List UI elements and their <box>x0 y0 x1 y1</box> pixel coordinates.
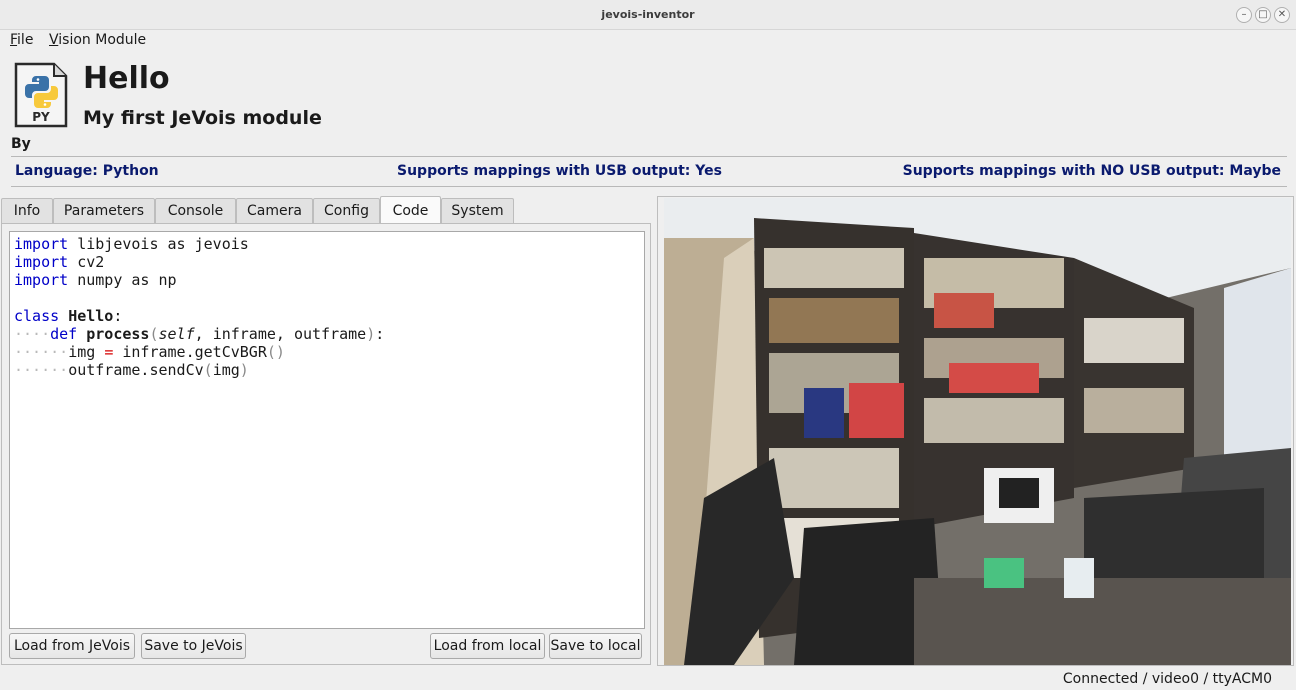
tab-code[interactable]: Code <box>380 196 441 224</box>
module-author: By <box>11 136 31 152</box>
module-no-usb-support: Supports mappings with NO USB output: Ma… <box>902 163 1281 179</box>
load-from-jevois-button[interactable]: Load from JeVois <box>9 633 135 659</box>
code-editor[interactable]: import libjevois as jevois import cv2 im… <box>9 231 645 629</box>
python-file-icon: PY <box>14 62 68 128</box>
tab-console[interactable]: Console <box>155 198 236 224</box>
camera-video-feed <box>664 198 1291 665</box>
close-button[interactable]: ✕ <box>1274 7 1290 23</box>
divider-top <box>11 156 1287 157</box>
video-panel <box>657 196 1294 666</box>
connection-status: Connected / video0 / ttyACM0 <box>1062 671 1272 687</box>
minimize-button[interactable]: – <box>1236 7 1252 23</box>
menu-bar: File Vision Module <box>0 30 1296 52</box>
module-header: PY Hello My first JeVois module By Langu… <box>0 52 1296 192</box>
save-to-local-button[interactable]: Save to local <box>549 633 642 659</box>
status-bar: Connected / video0 / ttyACM0 <box>0 668 1296 690</box>
save-to-jevois-button[interactable]: Save to JeVois <box>141 633 246 659</box>
module-usb-support: Supports mappings with USB output: Yes <box>397 163 722 179</box>
code-text: import libjevois as jevois import cv2 im… <box>14 235 385 379</box>
window-titlebar: jevois-inventor – □ ✕ <box>0 0 1296 30</box>
tab-info[interactable]: Info <box>1 198 53 224</box>
tab-parameters[interactable]: Parameters <box>53 198 155 224</box>
menu-file[interactable]: File <box>10 32 33 48</box>
maximize-button[interactable]: □ <box>1255 7 1271 23</box>
module-language: Language: Python <box>15 163 159 179</box>
divider-bottom <box>11 186 1287 187</box>
python-file-icon-label: PY <box>32 110 50 124</box>
module-subtitle: My first JeVois module <box>83 107 322 129</box>
load-from-local-button[interactable]: Load from local <box>430 633 545 659</box>
tab-system[interactable]: System <box>441 198 514 224</box>
code-tab-panel: import libjevois as jevois import cv2 im… <box>1 223 651 665</box>
tab-camera[interactable]: Camera <box>236 198 313 224</box>
window-title: jevois-inventor <box>601 8 695 21</box>
tab-config[interactable]: Config <box>313 198 380 224</box>
menu-vision-module[interactable]: Vision Module <box>49 32 146 48</box>
module-title: Hello <box>83 61 170 96</box>
